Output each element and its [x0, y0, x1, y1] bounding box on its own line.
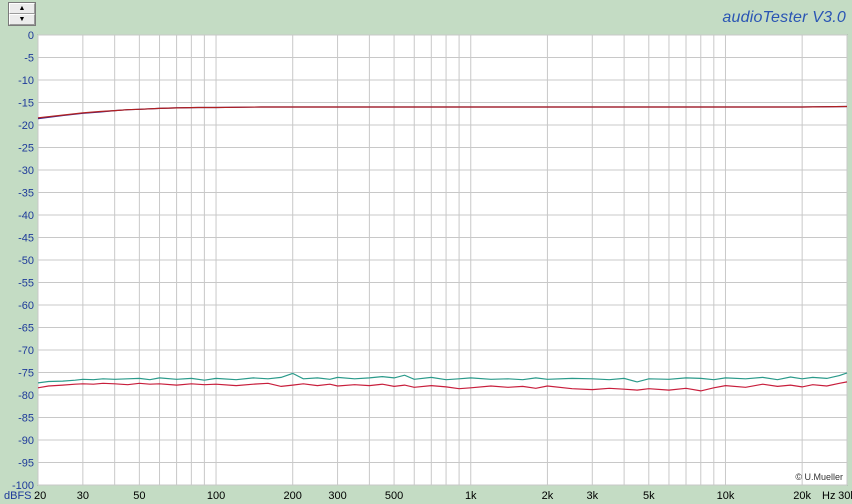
y-tick-label: -65 [18, 323, 34, 335]
y-tick-label: -45 [18, 233, 34, 245]
y-tick-label: -10 [18, 75, 34, 87]
x-tick-label: 1k [465, 490, 477, 502]
y-tick-label: -70 [18, 345, 34, 357]
x-tick-label: 30 [77, 490, 89, 502]
y-tick-label: -60 [18, 300, 34, 312]
x-tick-label: 100 [207, 490, 225, 502]
y-tick-label: 0 [28, 30, 34, 42]
x-tick-label: 200 [284, 490, 302, 502]
y-tick-label: -20 [18, 120, 34, 132]
y-tick-label: -50 [18, 255, 34, 267]
y-tick-label: -95 [18, 458, 34, 470]
x-tick-label: 500 [385, 490, 403, 502]
copyright-note: © U.Mueller [795, 472, 843, 482]
y-tick-label: -25 [18, 143, 34, 155]
y-tick-label: -75 [18, 368, 34, 380]
y-tick-label: -40 [18, 210, 34, 222]
y-tick-label: -85 [18, 413, 34, 425]
x-unit-label: Hz [822, 490, 835, 502]
x-tick-label: 50 [133, 490, 145, 502]
y-tick-label: -15 [18, 98, 34, 110]
y-unit-label: dBFS [4, 490, 32, 502]
y-tick-label: -35 [18, 188, 34, 200]
y-tick-label: -5 [24, 53, 34, 65]
x-tick-label: 2k [542, 490, 554, 502]
y-tick-label: -30 [18, 165, 34, 177]
x-tick-label: 30k [838, 490, 852, 502]
app-window: ▲ ▼ audioTester V3.0 0 -5 -10 -15 -20 -25 -30-… [0, 0, 852, 504]
x-tick-label: 5k [643, 490, 655, 502]
grid [37, 34, 848, 486]
y-tick-label: -90 [18, 435, 34, 447]
x-tick-label: 300 [328, 490, 346, 502]
x-tick-label: 20k [793, 490, 811, 502]
x-tick-label: 3k [586, 490, 598, 502]
frequency-response-chart: 0 -5 -10 -15 -20 -25 -30 -35 -40 -45 -50 -55 -60 -65 -… [4, 30, 852, 502]
y-axis: 0 -5 -10 -15 -20 -25 -30 -35 -40 -45 -50 -55 -60 -65 -… [12, 30, 34, 492]
x-tick-label: 10k [717, 490, 735, 502]
x-tick-label: 20 [34, 490, 46, 502]
x-axis: 20 30 50 100 200 300 500 1k 2k 3k 5k 10k 20k 30k [34, 490, 852, 502]
y-tick-label: -55 [18, 278, 34, 290]
y-tick-label: -80 [18, 390, 34, 402]
